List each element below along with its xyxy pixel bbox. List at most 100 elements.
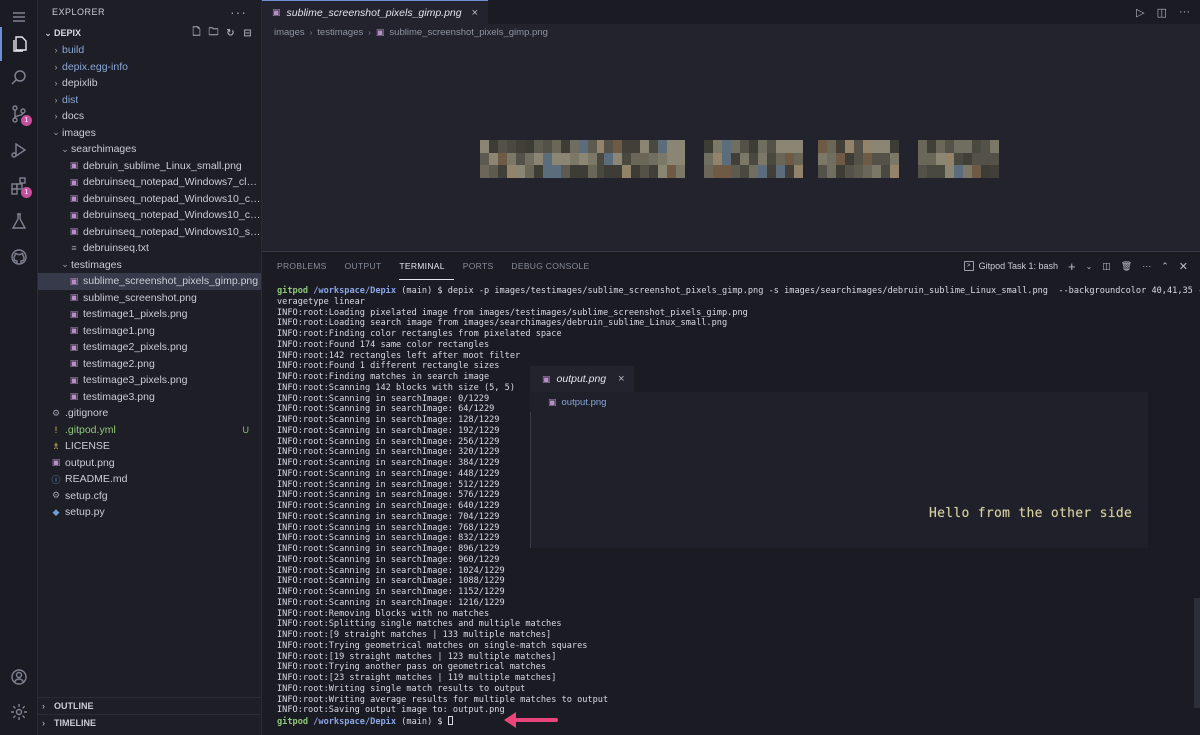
chevron-right-icon: › bbox=[42, 718, 45, 728]
source-control-icon[interactable]: 1 bbox=[0, 97, 38, 131]
pixel-block bbox=[881, 140, 890, 153]
more-actions-icon[interactable]: ··· bbox=[1179, 6, 1190, 18]
close-panel-icon[interactable]: ✕ bbox=[1179, 260, 1188, 273]
preview-breadcrumb-item[interactable]: output.png bbox=[562, 397, 607, 408]
tree-folder[interactable]: ⌄ testimages bbox=[38, 257, 261, 274]
tree-file[interactable]: ▣ testimage1.png bbox=[38, 323, 261, 340]
tree-file[interactable]: ⚙ .gitignore bbox=[38, 405, 261, 422]
trash-icon[interactable]: 🗑 bbox=[1121, 261, 1132, 272]
pixel-block bbox=[836, 152, 845, 166]
close-icon[interactable]: × bbox=[472, 7, 478, 19]
tree-file[interactable]: ▣ sublime_screenshot_pixels_gimp.png bbox=[38, 273, 261, 290]
tree-file[interactable]: ⚙ setup.cfg bbox=[38, 488, 261, 505]
pixel-block bbox=[525, 140, 534, 153]
run-debug-icon[interactable] bbox=[0, 133, 38, 167]
search-icon[interactable] bbox=[0, 61, 38, 95]
tree-file[interactable]: ▣ testimage3_pixels.png bbox=[38, 372, 261, 389]
tree-folder[interactable]: › docs bbox=[38, 108, 261, 125]
timeline-section[interactable]: › TIMELINE bbox=[38, 714, 262, 731]
log-line: INFO:root:Writing average results for mu… bbox=[277, 694, 609, 705]
workspace-root[interactable]: ⌄ DEPIX 🗋 🗀 ↻ ⊟ bbox=[38, 24, 261, 42]
pixel-block bbox=[722, 152, 731, 166]
tree-file[interactable]: ▣ debruinseq_notepad_Windows10_close... bbox=[38, 207, 261, 224]
add-terminal-icon[interactable]: + bbox=[1068, 259, 1076, 274]
tree-folder[interactable]: › dist bbox=[38, 92, 261, 109]
tree-folder[interactable]: › depixlib bbox=[38, 75, 261, 92]
pixel-block bbox=[918, 165, 927, 179]
collapse-all-icon[interactable]: ⊟ bbox=[242, 28, 253, 39]
tree-folder[interactable]: ⌄ images bbox=[38, 125, 261, 142]
explorer-sidebar: EXPLORER ··· ⌄ DEPIX 🗋 🗀 ↻ ⊟ › build › depi… bbox=[38, 0, 262, 735]
tree-file[interactable]: ▣ sublime_screenshot.png bbox=[38, 290, 261, 307]
breadcrumb-item[interactable]: sublime_screenshot_pixels_gimp.png bbox=[389, 27, 547, 38]
pixel-block bbox=[561, 152, 570, 166]
log-line: INFO:root:Scanning in searchImage: 1024/… bbox=[277, 565, 505, 576]
pixel-block bbox=[758, 152, 767, 166]
tab-output[interactable]: OUTPUT bbox=[345, 252, 391, 280]
explorer-title: EXPLORER bbox=[52, 7, 106, 17]
new-folder-icon[interactable]: 🗀 bbox=[208, 27, 219, 39]
annotation-arrow-icon bbox=[504, 712, 558, 728]
refresh-icon[interactable]: ↻ bbox=[225, 28, 236, 39]
pixel-block bbox=[936, 140, 945, 153]
maximize-panel-icon[interactable]: ⌃ bbox=[1161, 261, 1169, 272]
tree-file[interactable]: ▣ output.png bbox=[38, 455, 261, 472]
tree-folder[interactable]: › depix.egg-info bbox=[38, 59, 261, 76]
tree-file[interactable]: ! .gitpod.yml U bbox=[38, 422, 261, 439]
pixel-block bbox=[927, 140, 936, 153]
tab-problems[interactable]: PROBLEMS bbox=[277, 252, 336, 280]
image-file-icon: ▣ bbox=[272, 7, 281, 17]
chevron-down-icon[interactable]: ⌄ bbox=[1086, 262, 1093, 271]
close-icon[interactable]: × bbox=[618, 373, 624, 385]
pixel-block bbox=[613, 152, 622, 166]
tab-output-png[interactable]: ▣ output.png × bbox=[530, 366, 634, 392]
pixel-block bbox=[785, 152, 794, 166]
terminal-scrollbar[interactable] bbox=[1194, 598, 1200, 708]
account-icon[interactable] bbox=[0, 660, 38, 694]
breadcrumb-item[interactable]: testimages bbox=[317, 27, 363, 38]
pixel-block bbox=[498, 152, 507, 166]
tree-file[interactable]: ⓘ README.md bbox=[38, 471, 261, 488]
more-actions-icon[interactable]: ··· bbox=[230, 4, 247, 20]
preview-tab-bar: ▣ output.png × bbox=[530, 366, 1148, 392]
pixel-block bbox=[604, 152, 613, 166]
run-icon[interactable]: ▷ bbox=[1136, 6, 1144, 19]
tree-file[interactable]: ♗ LICENSE bbox=[38, 438, 261, 455]
tree-file[interactable]: ▣ testimage2_pixels.png bbox=[38, 339, 261, 356]
log-line: INFO:root:Splitting single matches and m… bbox=[277, 619, 562, 630]
split-editor-icon[interactable]: ◫ bbox=[1157, 6, 1167, 19]
terminal-selector[interactable]: > Gitpod Task 1: bash bbox=[963, 261, 1058, 271]
tab-sublime-screenshot[interactable]: ▣ sublime_screenshot_pixels_gimp.png × bbox=[262, 0, 489, 24]
github-icon[interactable] bbox=[0, 240, 38, 274]
tree-file[interactable]: ▣ testimage1_pixels.png bbox=[38, 306, 261, 323]
tree-folder[interactable]: › build bbox=[38, 42, 261, 59]
tree-item-label: setup.py bbox=[65, 506, 105, 519]
tree-file[interactable]: ▣ debruin_sublime_Linux_small.png bbox=[38, 158, 261, 175]
pixel-block bbox=[818, 140, 827, 153]
pixel-block bbox=[622, 140, 631, 153]
split-terminal-icon[interactable]: ◫ bbox=[1102, 261, 1111, 272]
image-file-icon: ▣ bbox=[69, 374, 79, 385]
pixel-block bbox=[972, 140, 981, 153]
extensions-icon[interactable]: 1 bbox=[0, 169, 38, 203]
tree-file[interactable]: ▣ debruinseq_notepad_Windows7_close.... bbox=[38, 174, 261, 191]
tab-debug-console[interactable]: DEBUG CONSOLE bbox=[511, 252, 598, 280]
settings-gear-icon[interactable] bbox=[0, 695, 38, 729]
tree-file[interactable]: ≡ debruinseq.txt bbox=[38, 240, 261, 257]
more-actions-icon[interactable]: ··· bbox=[1142, 261, 1151, 271]
outline-section[interactable]: › OUTLINE bbox=[38, 697, 262, 714]
explorer-icon[interactable] bbox=[0, 27, 38, 61]
image-file-icon: ▣ bbox=[542, 373, 551, 384]
tree-file[interactable]: ▣ testimage2.png bbox=[38, 356, 261, 373]
tab-ports[interactable]: PORTS bbox=[463, 252, 503, 280]
pixel-block bbox=[667, 152, 676, 166]
testing-icon[interactable] bbox=[0, 204, 38, 238]
tree-folder[interactable]: ⌄ searchimages bbox=[38, 141, 261, 158]
tab-terminal[interactable]: TERMINAL bbox=[399, 252, 454, 280]
breadcrumb-item[interactable]: images bbox=[274, 27, 305, 38]
tree-file[interactable]: ▣ testimage3.png bbox=[38, 389, 261, 406]
tree-file[interactable]: ▣ debruinseq_notepad_Windows10_spac... bbox=[38, 224, 261, 241]
tree-file[interactable]: ◆ setup.py bbox=[38, 504, 261, 521]
new-file-icon[interactable]: 🗋 bbox=[191, 27, 202, 39]
tree-file[interactable]: ▣ debruinseq_notepad_Windows10_clos... bbox=[38, 191, 261, 208]
